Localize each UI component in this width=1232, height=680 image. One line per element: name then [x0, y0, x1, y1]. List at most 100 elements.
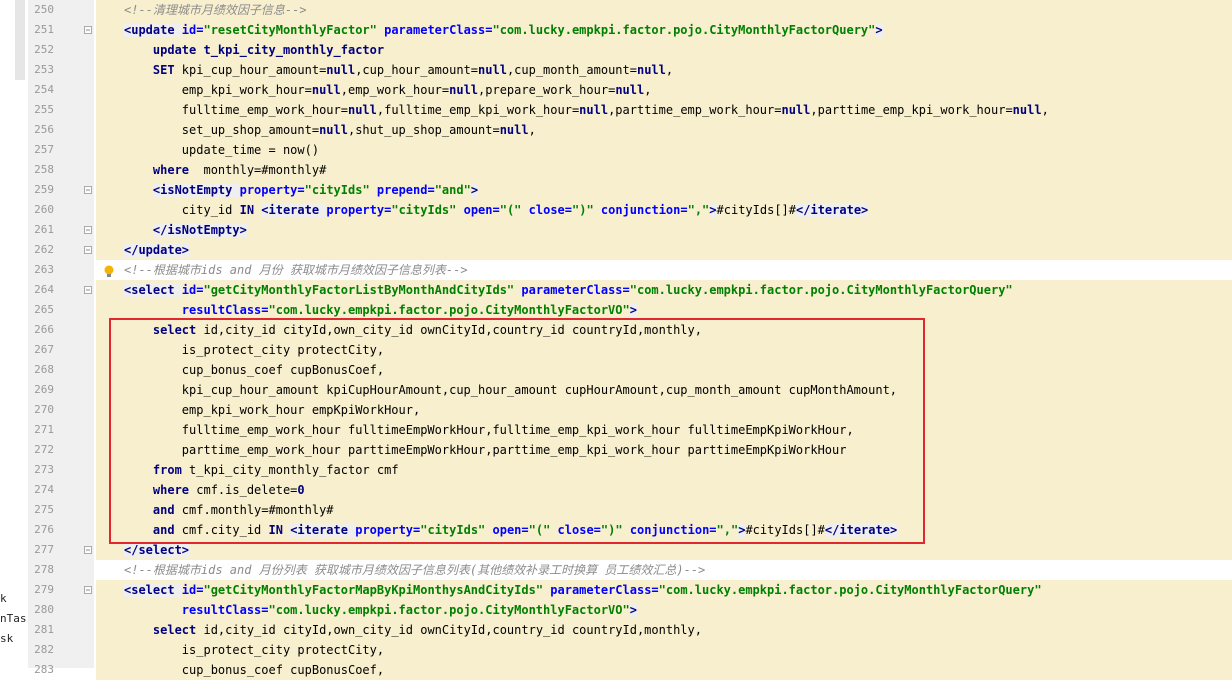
code-token: id= [181, 583, 204, 597]
line-number: 278 [34, 563, 54, 576]
line-number: 259 [34, 183, 54, 196]
code-line[interactable]: resultClass="com.lucky.empkpi.factor.poj… [124, 600, 1232, 620]
code-line[interactable]: </update> [124, 240, 1232, 260]
fold-marker-icon[interactable] [84, 246, 92, 254]
fold-marker-icon[interactable] [84, 286, 92, 294]
code-token: "cityIds" [304, 183, 370, 197]
code-token: id= [181, 283, 204, 297]
code-token: ,prepare_work_hour= [478, 83, 616, 97]
line-number: 273 [34, 463, 54, 476]
code-line[interactable]: resultClass="com.lucky.empkpi.factor.poj… [124, 300, 1232, 320]
code-line[interactable]: where monthly=#monthly# [124, 160, 1232, 180]
code-token: </iterate> [796, 203, 869, 217]
code-token: ,cup_hour_amount= [355, 63, 479, 77]
code-token: null [347, 103, 377, 117]
code-line[interactable]: update t_kpi_city_monthly_factor [124, 40, 1232, 60]
code-token: where [124, 163, 204, 177]
code-token: > [709, 203, 717, 217]
code-token: <!--根据城市ids and 月份列表 获取城市月绩效因子信息列表(其他绩效补… [124, 563, 706, 577]
line-number: 261 [34, 223, 54, 236]
project-tree-fragment[interactable]: sk [0, 632, 13, 645]
line-number: 271 [34, 423, 54, 436]
code-token: null [319, 123, 348, 137]
line-number: 280 [34, 603, 54, 616]
line-number: 257 [34, 143, 54, 156]
code-token: ,emp_work_hour= [340, 83, 450, 97]
code-token: fulltime_emp_work_hour= [124, 103, 348, 117]
code-token: city_id [124, 203, 240, 217]
code-token: conjunction= [593, 203, 688, 217]
line-number: 253 [34, 63, 54, 76]
code-line[interactable]: is_protect_city protectCity, [124, 640, 1232, 660]
intention-bulb-icon[interactable] [103, 265, 115, 279]
code-line[interactable]: <select id="getCityMonthlyFactorMapByKpi… [124, 580, 1232, 600]
code-line[interactable]: <!--根据城市ids and 月份列表 获取城市月绩效因子信息列表(其他绩效补… [124, 560, 1232, 580]
code-token: id= [181, 23, 204, 37]
code-token: null [478, 63, 507, 77]
code-token: property= [326, 203, 392, 217]
code-line[interactable]: <!--根据城市ids and 月份 获取城市月绩效因子信息列表--> [124, 260, 1232, 280]
code-line[interactable]: <!--清理城市月绩效因子信息--> [124, 0, 1232, 20]
code-token: null [781, 103, 811, 117]
code-line[interactable]: <update id="resetCityMonthlyFactor" para… [124, 20, 1232, 40]
line-number: 267 [34, 343, 54, 356]
line-number: 268 [34, 363, 54, 376]
fold-marker-icon[interactable] [84, 186, 92, 194]
code-token: resultClass= [124, 303, 269, 317]
code-line[interactable]: fulltime_emp_work_hour=null,fulltime_emp… [124, 100, 1232, 120]
line-number: 277 [34, 543, 54, 556]
code-token: "cityIds" [391, 203, 457, 217]
fold-marker-icon[interactable] [84, 26, 92, 34]
code-token: , [1041, 103, 1049, 117]
code-token: select [124, 623, 204, 637]
fold-marker-icon[interactable] [84, 546, 92, 554]
code-token: update_time = now() [124, 143, 320, 157]
code-line[interactable]: update_time = now() [124, 140, 1232, 160]
code-token: ,shut_up_shop_amount= [347, 123, 500, 137]
code-token: resultClass= [124, 603, 269, 617]
scrollbar-thumb[interactable] [15, 0, 25, 80]
line-number: 263 [34, 263, 54, 276]
code-line[interactable]: </isNotEmpty> [124, 220, 1232, 240]
code-token: kpi_cup_hour_amount= [181, 63, 327, 77]
line-number: 251 [34, 23, 54, 36]
code-line[interactable]: SET kpi_cup_hour_amount=null,cup_hour_am… [124, 60, 1232, 80]
code-token: <!--根据城市ids and 月份 获取城市月绩效因子信息列表--> [124, 263, 468, 277]
code-line[interactable]: cup_bonus_coef cupBonusCoef, [124, 660, 1232, 680]
project-tree-fragment[interactable]: k [0, 592, 7, 605]
code-line[interactable]: <isNotEmpty property="cityIds" prepend="… [124, 180, 1232, 200]
code-token: , [665, 63, 674, 77]
line-number: 254 [34, 83, 54, 96]
code-line[interactable]: set_up_shop_amount=null,shut_up_shop_amo… [124, 120, 1232, 140]
line-number: 281 [34, 623, 54, 636]
code-token: IN [239, 203, 262, 217]
code-token: "com.lucky.empkpi.factor.pojo.CityMonthl… [658, 583, 1042, 597]
line-number: 260 [34, 203, 54, 216]
code-token: > [629, 303, 637, 317]
line-number: 256 [34, 123, 54, 136]
code-token: "," [687, 203, 710, 217]
fold-marker-icon[interactable] [84, 226, 92, 234]
code-token: <isNotEmpty [152, 183, 240, 197]
code-line[interactable]: <select id="getCityMonthlyFactorListByMo… [124, 280, 1232, 300]
code-token: null [636, 63, 666, 77]
project-tree-fragment[interactable]: nTas [0, 612, 27, 625]
code-token: <iterate [261, 203, 327, 217]
line-number: 282 [34, 643, 54, 656]
code-token: ,parttime_emp_work_hour= [608, 103, 782, 117]
code-line[interactable]: select id,city_id cityId,own_city_id own… [124, 620, 1232, 640]
code-token: ,cup_month_amount= [506, 63, 637, 77]
code-line[interactable]: city_id IN <iterate property="cityIds" o… [124, 200, 1232, 220]
code-token: "com.lucky.empkpi.factor.pojo.CityMonthl… [268, 603, 630, 617]
line-number: 264 [34, 283, 54, 296]
line-number: 250 [34, 3, 54, 16]
line-number: 279 [34, 583, 54, 596]
code-token: prepend= [369, 183, 435, 197]
line-number: 276 [34, 523, 54, 536]
code-line[interactable]: emp_kpi_work_hour=null,emp_work_hour=nul… [124, 80, 1232, 100]
code-token: monthly=#monthly# [203, 163, 327, 177]
code-token: property= [239, 183, 305, 197]
fold-marker-icon[interactable] [84, 586, 92, 594]
line-number: 270 [34, 403, 54, 416]
code-token: <select [124, 583, 182, 597]
